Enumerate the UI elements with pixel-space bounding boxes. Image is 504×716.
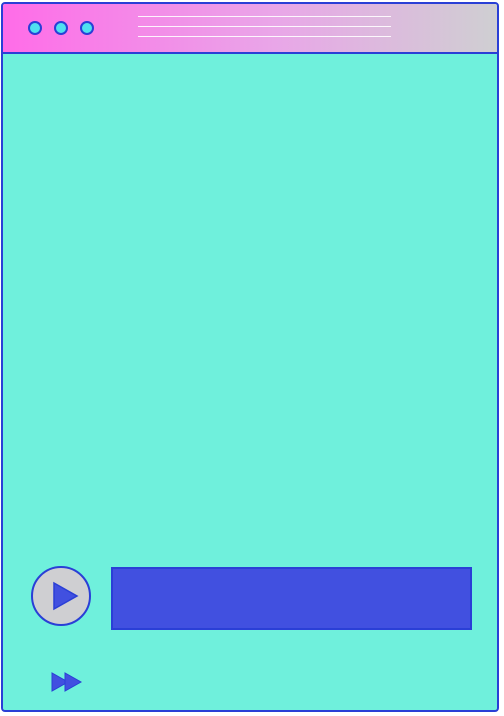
fast-forward-button[interactable] [49,671,83,693]
title-placeholder-line [138,26,391,27]
fast-forward-icon [51,672,83,692]
window-dot-icon[interactable] [80,21,94,35]
progress-fill [113,569,470,628]
progress-bar[interactable] [111,567,472,630]
play-icon [53,581,79,611]
content-area [3,54,497,710]
title-bar [3,4,497,54]
title-placeholder-line [138,36,391,37]
title-placeholder-line [138,16,391,17]
window-dot-icon[interactable] [54,21,68,35]
window-dot-icon[interactable] [28,21,42,35]
play-button[interactable] [31,566,91,626]
browser-window [1,2,499,712]
